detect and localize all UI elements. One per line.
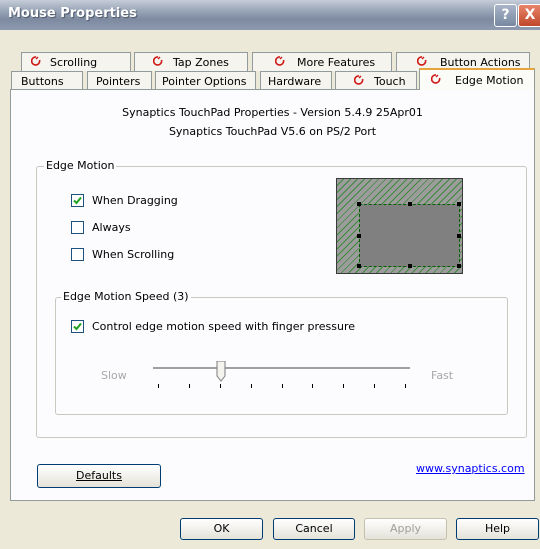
tab-label: Pointer Options — [162, 75, 247, 88]
handle-icon — [408, 202, 412, 206]
tab-buttons[interactable]: Buttons — [11, 71, 83, 90]
slider-tick — [219, 384, 221, 388]
checkmark-icon — [73, 196, 82, 205]
tab-label: Edge Motion — [455, 74, 524, 87]
handle-icon — [457, 202, 461, 206]
tab-label: Hardware — [268, 75, 322, 88]
speed-slider-track[interactable] — [153, 367, 410, 370]
tab-label: More Features — [297, 56, 376, 69]
tab-pointers[interactable]: Pointers — [87, 71, 152, 90]
finger-pressure-label[interactable]: Control edge motion speed with finger pr… — [92, 320, 355, 333]
synaptics-icon — [275, 56, 285, 66]
slider-tick — [374, 384, 376, 388]
handle-icon — [457, 234, 461, 238]
ok-button[interactable]: OK — [180, 518, 263, 540]
edge-motion-preview — [336, 178, 463, 274]
tab-label: Tap Zones — [173, 56, 229, 69]
slider-tick — [281, 384, 283, 388]
checkmark-icon — [73, 322, 82, 331]
window-title: Mouse Properties — [8, 6, 137, 21]
tab-touch[interactable]: Touch — [335, 71, 417, 90]
finger-pressure-checkbox[interactable] — [71, 320, 84, 333]
slider-tick — [405, 384, 406, 388]
apply-button[interactable]: Apply — [364, 518, 447, 540]
tab-label: Touch — [374, 75, 406, 88]
tab-label: Buttons — [21, 75, 64, 88]
port-text: Synaptics TouchPad V5.6 on PS/2 Port — [168, 125, 377, 138]
mouse-properties-window: Mouse Properties ? X Scrolling Tap Zones… — [0, 0, 540, 549]
handle-icon — [357, 202, 361, 206]
handle-icon — [457, 264, 461, 268]
defaults-button[interactable]: Defaults — [37, 464, 161, 488]
always-checkbox[interactable] — [71, 221, 84, 234]
synaptics-icon — [431, 74, 441, 84]
speed-slider-thumb[interactable] — [216, 361, 226, 382]
group-label: Edge Motion — [44, 159, 117, 172]
synaptics-icon — [31, 56, 41, 66]
handle-icon — [408, 264, 412, 268]
tab-label: Pointers — [96, 75, 141, 88]
slider-tick — [158, 384, 159, 388]
tab-scrolling[interactable]: Scrolling — [21, 52, 131, 71]
slider-tick — [343, 384, 345, 388]
edge-motion-speed-group: Edge Motion Speed (3) — [55, 290, 508, 415]
help-button[interactable]: Help — [456, 518, 539, 540]
always-label[interactable]: Always — [92, 221, 131, 234]
version-text: Synaptics TouchPad Properties - Version … — [122, 106, 423, 119]
cancel-button[interactable]: Cancel — [273, 518, 355, 540]
tab-edge-motion[interactable]: Edge Motion — [419, 68, 535, 90]
when-scrolling-label[interactable]: When Scrolling — [92, 248, 174, 261]
when-scrolling-checkbox[interactable] — [71, 248, 84, 261]
handle-icon — [357, 264, 361, 268]
slider-tick — [188, 384, 190, 388]
slider-tick — [250, 384, 252, 388]
when-dragging-checkbox[interactable] — [71, 194, 84, 207]
close-button[interactable]: X — [518, 4, 540, 27]
slider-tick — [312, 384, 314, 388]
handle-icon — [357, 234, 361, 238]
when-dragging-label[interactable]: When Dragging — [92, 194, 178, 207]
tab-tap-zones[interactable]: Tap Zones — [134, 52, 248, 71]
help-title-button[interactable]: ? — [494, 4, 517, 27]
fast-label: Fast — [431, 369, 454, 382]
tab-pointer-options[interactable]: Pointer Options — [155, 71, 256, 90]
tab-label: Scrolling — [50, 56, 98, 69]
synaptics-icon — [153, 56, 163, 66]
tab-hardware[interactable]: Hardware — [260, 71, 332, 90]
synaptics-icon — [354, 75, 364, 85]
defaults-label: Defaults — [76, 469, 122, 482]
group-label: Edge Motion Speed (3) — [61, 290, 191, 303]
synaptics-icon — [417, 56, 427, 66]
slow-label: Slow — [101, 369, 127, 382]
preview-inner-zone — [357, 202, 461, 268]
synaptics-link[interactable]: www.synaptics.com — [416, 462, 525, 475]
title-bar[interactable]: Mouse Properties ? X — [0, 0, 540, 30]
tab-more-features[interactable]: More Features — [252, 52, 392, 71]
